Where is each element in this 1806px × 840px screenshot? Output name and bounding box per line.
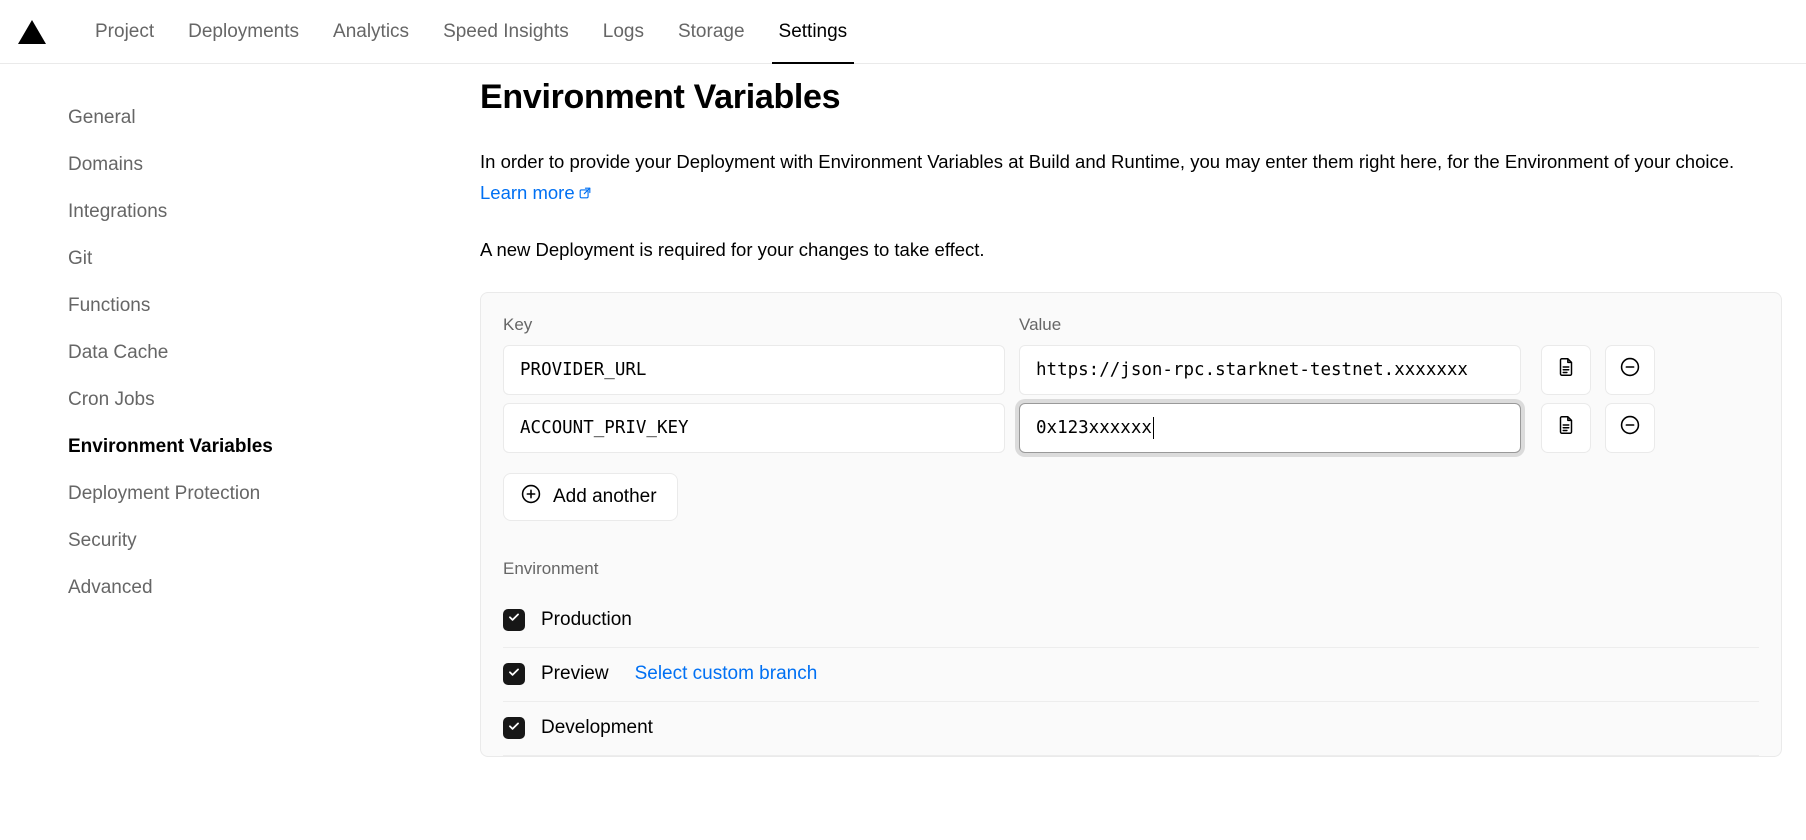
tab-label: Speed Insights (443, 20, 569, 42)
tab-label: Analytics (333, 20, 410, 42)
tab-deployments[interactable]: Deployments (171, 0, 316, 64)
page-body: General Domains Integrations Git Functions Da… (0, 64, 1806, 757)
environment-options: Production Preview Select custom branch Dev… (503, 593, 1759, 756)
checkbox-development[interactable] (503, 717, 525, 740)
sidebar-item-label: Functions (68, 295, 151, 316)
env-var-row: PROVIDER_URL https://json-rpc.starknet-te… (503, 344, 1759, 395)
form-column-headers: Key Value (503, 315, 1759, 335)
plus-circle-icon (520, 483, 542, 511)
value-input-wrapper: 0x123xxxxxx (1019, 402, 1521, 453)
sidebar-item-label: Domains (68, 154, 143, 175)
value-input-wrapper: https://json-rpc.starknet-testnet.xxxxxx… (1019, 344, 1521, 395)
key-input[interactable]: ACCOUNT_PRIV_KEY (503, 402, 1005, 453)
environment-option-row: Production (503, 593, 1759, 647)
document-icon-button[interactable] (1541, 402, 1591, 453)
select-custom-branch-link[interactable]: Select custom branch (635, 663, 818, 685)
sidebar-item-label: Cron Jobs (68, 389, 155, 410)
sidebar-item-cron-jobs[interactable]: Cron Jobs (68, 376, 480, 423)
page-title: Environment Variables (480, 78, 841, 116)
tab-settings[interactable]: Settings (762, 0, 865, 64)
sidebar-item-label: Integrations (68, 201, 168, 222)
document-icon (1555, 356, 1577, 383)
tab-label: Project (95, 20, 155, 42)
environment-option-row: Development (503, 700, 1759, 755)
checkbox-preview[interactable] (503, 663, 525, 686)
environment-option-row: Preview Select custom branch (503, 646, 1759, 701)
tab-label: Settings (778, 20, 848, 42)
environment-option-label: Development (541, 717, 653, 739)
sidebar-item-label: Git (68, 248, 93, 269)
document-icon-button[interactable] (1541, 344, 1591, 395)
description-text: In order to provide your Deployment with… (480, 151, 1735, 172)
tab-label: Storage (677, 20, 745, 42)
check-icon (507, 610, 521, 629)
value-input-text: 0x123xxxxxx (1036, 417, 1152, 438)
key-input-wrapper: PROVIDER_URL (503, 344, 1005, 395)
tab-label: Deployments (188, 20, 300, 42)
add-another-button[interactable]: Add another (503, 472, 678, 521)
key-column-header: Key (503, 314, 533, 334)
tab-logs[interactable]: Logs (586, 0, 661, 64)
environment-option-label: Production (541, 608, 632, 630)
value-column-header: Value (1019, 314, 1062, 334)
value-input[interactable]: https://json-rpc.starknet-testnet.xxxxxx… (1019, 344, 1521, 395)
minus-circle-icon (1619, 356, 1641, 383)
sidebar-item-general[interactable]: General (68, 94, 480, 141)
tab-label: Logs (602, 20, 644, 42)
sidebar-item-label: Security (68, 530, 137, 551)
document-icon (1555, 414, 1577, 441)
top-navigation-bar: Project Deployments Analytics Speed Insight… (0, 0, 1806, 64)
environment-option-label: Preview (541, 663, 609, 685)
sidebar-item-label: Environment Variables (68, 436, 273, 457)
environment-section: Environment Production Preview Select cust… (481, 537, 1781, 756)
sidebar-item-deployment-protection[interactable]: Deployment Protection (68, 470, 480, 517)
sidebar-item-label: Deployment Protection (68, 483, 261, 504)
settings-sidebar: General Domains Integrations Git Functions Da… (0, 64, 480, 611)
top-nav-items: Project Deployments Analytics Speed Insight… (78, 0, 864, 64)
sidebar-item-environment-variables[interactable]: Environment Variables (68, 423, 480, 470)
sidebar-item-label: General (68, 107, 136, 128)
vercel-triangle-logo[interactable] (14, 14, 50, 50)
value-input-text: https://json-rpc.starknet-testnet.xxxxxx… (1036, 359, 1468, 380)
deployment-note: A new Deployment is required for your ch… (480, 239, 985, 261)
learn-more-link[interactable]: Learn more (480, 182, 592, 203)
minus-circle-icon (1619, 414, 1641, 441)
tab-project[interactable]: Project (78, 0, 171, 64)
checkbox-production[interactable] (503, 608, 525, 631)
env-var-row: ACCOUNT_PRIV_KEY 0x123xxxxxx (503, 402, 1759, 453)
sidebar-item-security[interactable]: Security (68, 517, 480, 564)
tab-analytics[interactable]: Analytics (316, 0, 426, 64)
check-icon (507, 665, 521, 684)
page-description: In order to provide your Deployment with… (480, 147, 1770, 209)
external-link-icon (578, 179, 592, 210)
add-another-label: Add another (553, 485, 657, 507)
check-icon (507, 719, 521, 738)
key-input-wrapper: ACCOUNT_PRIV_KEY (503, 402, 1005, 453)
value-input[interactable]: 0x123xxxxxx (1019, 402, 1521, 453)
key-input[interactable]: PROVIDER_URL (503, 344, 1005, 395)
env-var-rows: PROVIDER_URL https://json-rpc.starknet-te… (503, 344, 1759, 453)
sidebar-item-label: Data Cache (68, 342, 169, 363)
sidebar-item-data-cache[interactable]: Data Cache (68, 329, 480, 376)
env-vars-panel: Key Value PROVIDER_URL https://json-rpc.s… (480, 291, 1782, 757)
sidebar-item-label: Advanced (68, 577, 153, 598)
sidebar-item-advanced[interactable]: Advanced (68, 564, 480, 611)
environment-label: Environment (503, 558, 599, 578)
main-content: Environment Variables In order to provid… (480, 64, 1806, 757)
sidebar-item-git[interactable]: Git (68, 235, 480, 282)
sidebar-item-domains[interactable]: Domains (68, 141, 480, 188)
tab-storage[interactable]: Storage (661, 0, 762, 64)
text-cursor (1152, 416, 1155, 439)
sidebar-item-functions[interactable]: Functions (68, 282, 480, 329)
tab-speed-insights[interactable]: Speed Insights (426, 0, 586, 64)
learn-more-label: Learn more (480, 181, 575, 203)
env-vars-form: Key Value PROVIDER_URL https://json-rpc.s… (481, 293, 1781, 537)
sidebar-item-integrations[interactable]: Integrations (68, 188, 480, 235)
remove-row-button[interactable] (1605, 402, 1655, 453)
remove-row-button[interactable] (1605, 344, 1655, 395)
